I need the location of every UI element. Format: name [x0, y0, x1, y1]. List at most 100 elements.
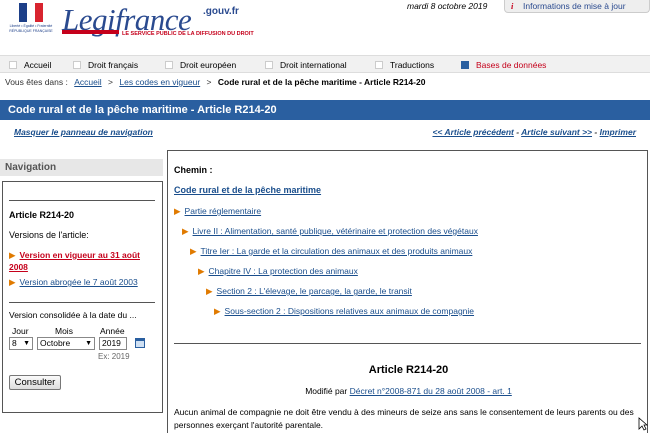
old-version-link[interactable]: Version abrogée le 7 août 2003 [20, 277, 138, 287]
tree-link[interactable]: Sous-section 2 : Dispositions relatives … [225, 306, 474, 316]
chevron-down-icon: ▼ [85, 340, 92, 347]
consult-button[interactable]: Consulter [9, 375, 61, 390]
year-label: Année [100, 326, 125, 336]
year-input[interactable]: 2019 [99, 337, 127, 350]
arrow-right-icon: ▶ [174, 206, 181, 216]
breadcrumb-accueil-link[interactable]: Accueil [74, 77, 101, 87]
version-item-old: ▶ Version abrogée le 7 août 2003 [9, 276, 159, 288]
year-example: Ex: 2019 [98, 352, 130, 361]
month-label: Mois [55, 326, 73, 336]
month-select-value: Octobre [40, 338, 71, 348]
tree-link[interactable]: Livre II : Alimentation, santé publique,… [193, 226, 478, 236]
arrow-right-icon: ▶ [206, 286, 213, 296]
logo-motto: Liberté • Égalité • Fraternité [9, 24, 53, 28]
update-info-button[interactable]: i Informations de mise à jour [504, 0, 650, 13]
marianne-logo [19, 3, 55, 22]
month-select[interactable]: Octobre ▼ [37, 337, 95, 350]
menu-item-droit-international[interactable]: Droit international [265, 60, 347, 70]
calendar-icon[interactable] [135, 338, 145, 348]
versions-label: Versions de l'article: [9, 230, 89, 240]
breadcrumb-prefix: Vous êtes dans : [5, 77, 68, 87]
site-header: Liberté • Égalité • Fraternité RÉPUBLIQU… [0, 0, 650, 50]
article-panel: Chemin : Code rural et de la pêche marit… [167, 150, 648, 433]
path-label: Chemin : [174, 165, 213, 175]
nav-article-title: Article R214-20 [9, 210, 75, 220]
hide-navigation-link[interactable]: Masquer le panneau de navigation [14, 127, 153, 137]
current-version-link[interactable]: Version en vigueur au 31 août 2008 [9, 250, 140, 272]
arrow-right-icon: ▶ [214, 306, 221, 316]
checkbox-icon [375, 61, 383, 69]
menu-item-label: Droit européen [180, 60, 237, 70]
checkbox-icon [265, 61, 273, 69]
menu-item-label: Traductions [390, 60, 435, 70]
day-select[interactable]: 8 ▼ [9, 337, 33, 350]
menu-item-accueil[interactable]: Accueil [9, 60, 51, 70]
chevron-down-icon: ▼ [23, 340, 30, 347]
arrow-right-icon: ▶ [198, 266, 205, 276]
checkbox-icon [73, 61, 81, 69]
checkbox-icon [9, 61, 17, 69]
breadcrumb: Vous êtes dans : Accueil > Les codes en … [5, 77, 425, 87]
breadcrumb-current: Code rural et de la pêche maritime - Art… [217, 77, 426, 87]
article-text: Aucun animal de compagnie ne doit être v… [174, 407, 634, 430]
page-title: Code rural et de la pêche maritime - Art… [0, 100, 650, 120]
logo-red-bar [62, 30, 119, 34]
menu-item-label: Droit français [88, 60, 139, 70]
article-nav-links: << Article précédent - Article suivant >… [432, 127, 636, 137]
breadcrumb-codes-link[interactable]: Les codes en vigueur [119, 77, 200, 87]
current-date: mardi 8 octobre 2019 [407, 1, 488, 11]
tree-link[interactable]: Section 2 : L'élevage, le parcage, la ga… [217, 286, 412, 296]
article-title: Article R214-20 [368, 364, 449, 376]
menu-item-label: Bases de données [476, 60, 547, 70]
breadcrumb-separator: > [206, 77, 212, 87]
checkbox-icon [165, 61, 173, 69]
navigation-heading: Navigation [0, 159, 163, 176]
tree-link[interactable]: Titre Ier : La garde et la circulation d… [201, 246, 473, 256]
info-icon: i [511, 1, 514, 11]
menu-item-traductions[interactable]: Traductions [375, 60, 434, 70]
republique-francaise-logo[interactable]: Liberté • Égalité • Fraternité RÉPUBLIQU… [3, 3, 55, 37]
tree-link[interactable]: Chapitre IV : La protection des animaux [209, 266, 358, 276]
logo-domain: .gouv.fr [203, 6, 239, 17]
tree-item: ▶ Chapitre IV : La protection des animaux [198, 266, 358, 277]
menu-item-droit-francais[interactable]: Droit français [73, 60, 138, 70]
tree-item: ▶ Sous-section 2 : Dispositions relatives… [214, 306, 474, 317]
navigation-panel: Article R214-20 Versions de l'article: ▶… [2, 181, 163, 413]
arrow-right-icon: ▶ [9, 277, 16, 287]
day-label: Jour [12, 326, 29, 336]
logo-country: RÉPUBLIQUE FRANÇAISE [9, 28, 53, 33]
tree-item: ▶ Livre II : Alimentation, santé publique… [182, 226, 478, 237]
checkbox-icon [461, 61, 469, 69]
previous-article-link[interactable]: << Article précédent [432, 127, 513, 137]
tricolor-flag-icon [19, 3, 43, 22]
arrow-right-icon: ▶ [182, 226, 189, 236]
modified-prefix: Modifié par [305, 386, 348, 396]
menu-item-droit-europeen[interactable]: Droit européen [165, 60, 236, 70]
version-item-current: ▶ Version en vigueur au 31 août 2008 [9, 249, 159, 273]
day-select-value: 8 [12, 338, 17, 348]
next-article-link[interactable]: Article suivant >> [521, 127, 592, 137]
print-link[interactable]: Imprimer [600, 127, 636, 137]
tree-item: ▶ Section 2 : L'élevage, le parcage, la g… [206, 286, 412, 297]
tree-item: ▶ Titre Ier : La garde et la circulation … [190, 246, 472, 257]
arrow-right-icon: ▶ [9, 250, 16, 260]
article-nav-row: Masquer le panneau de navigation << Arti… [0, 124, 650, 144]
menu-item-bases-de-donnees[interactable]: Bases de données [461, 60, 546, 70]
divider [174, 343, 641, 344]
menu-item-label: Droit international [280, 60, 347, 70]
menu-item-label: Accueil [24, 60, 52, 70]
divider [9, 302, 155, 303]
link-separator: - [516, 127, 520, 137]
tree-link[interactable]: Partie réglementaire [185, 206, 262, 216]
update-info-label: Informations de mise à jour [523, 1, 626, 11]
tree-item: ▶ Partie réglementaire [174, 206, 261, 217]
code-link[interactable]: Code rural et de la pêche maritime [174, 185, 321, 195]
link-separator: - [594, 127, 598, 137]
modified-by: Modifié par Décret n°2008-871 du 28 août… [168, 386, 649, 396]
decree-link[interactable]: Décret n°2008-871 du 28 août 2008 - art.… [350, 386, 512, 396]
divider [9, 200, 155, 201]
arrow-right-icon: ▶ [190, 246, 197, 256]
logo-tagline: LE SERVICE PUBLIC DE LA DIFFUSION DU DRO… [122, 31, 254, 37]
mouse-cursor-icon [638, 417, 648, 431]
main-menu: Accueil Droit français Droit européen Dr… [0, 55, 650, 73]
